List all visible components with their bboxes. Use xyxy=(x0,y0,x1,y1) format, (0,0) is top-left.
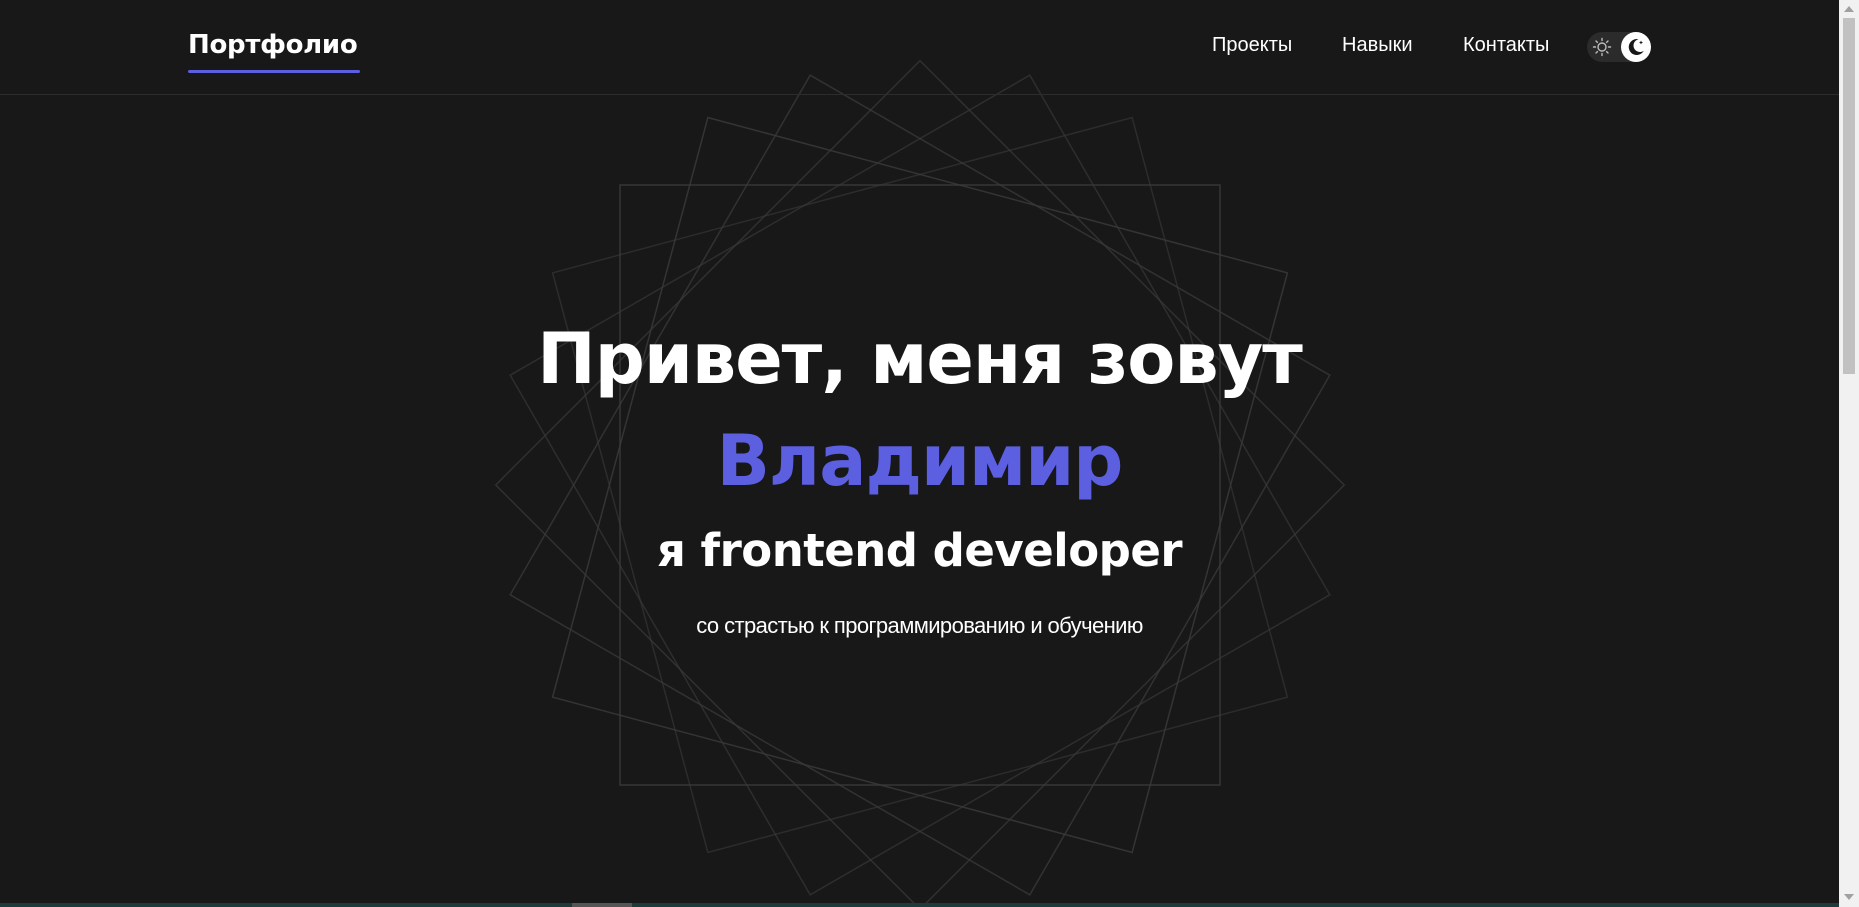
hero-name: Владимир xyxy=(716,420,1124,502)
scroll-thumb[interactable] xyxy=(1843,18,1855,374)
horizontal-scroll-thumb[interactable] xyxy=(572,903,632,907)
scroll-down-icon[interactable] xyxy=(1844,894,1854,900)
theme-toggle[interactable] xyxy=(1587,32,1651,62)
page: Портфолио Проекты Навыки Контакты Привет… xyxy=(0,0,1859,907)
nav-link-contacts[interactable]: Контакты xyxy=(1463,34,1549,60)
hero-role: я frontend developer xyxy=(656,524,1183,577)
bottom-strip xyxy=(0,903,1839,907)
nav-link-projects[interactable]: Проекты xyxy=(1212,34,1292,60)
sun-icon xyxy=(1592,37,1612,57)
nav-link-skills[interactable]: Навыки xyxy=(1342,34,1413,60)
hero-title: Привет, меня зовут xyxy=(537,318,1303,400)
logo-link[interactable]: Портфолио xyxy=(188,30,358,60)
logo-underline xyxy=(188,70,360,73)
vertical-scrollbar[interactable] xyxy=(1839,0,1859,907)
site-header: Портфолио Проекты Навыки Контакты xyxy=(0,0,1839,95)
scroll-up-icon[interactable] xyxy=(1844,6,1854,12)
hero-tagline: со страстью к программированию и обучени… xyxy=(696,613,1143,638)
moon-icon xyxy=(1621,32,1651,62)
